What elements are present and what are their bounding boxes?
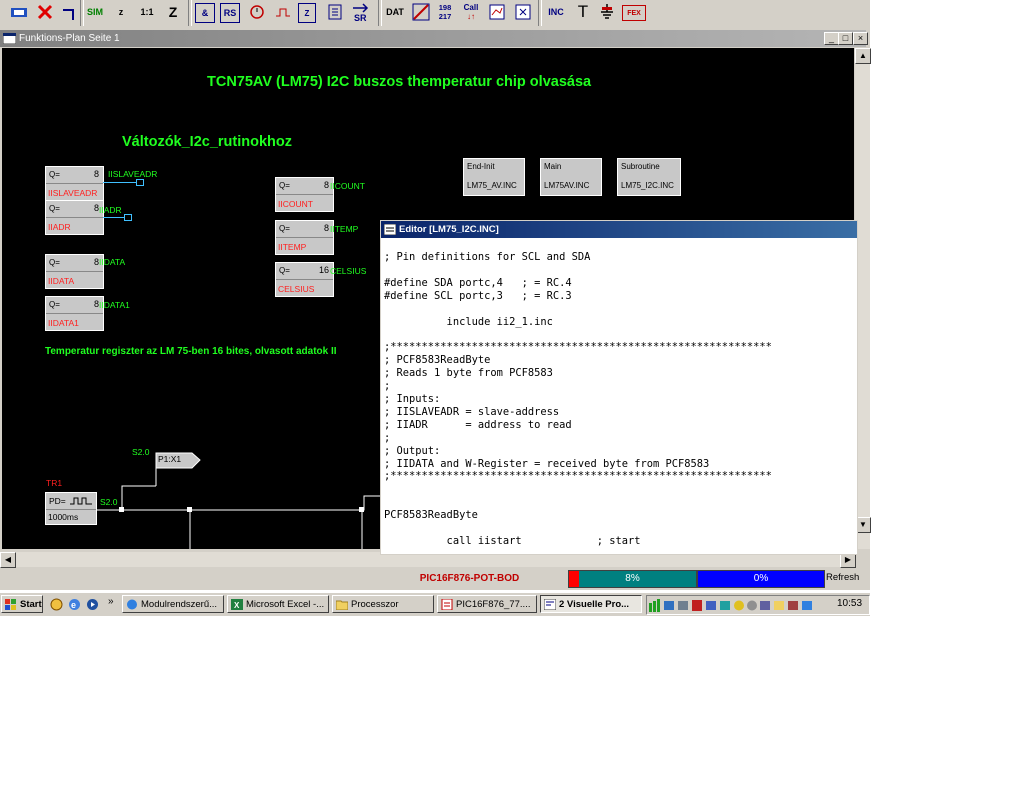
timer-icon[interactable] bbox=[246, 1, 268, 23]
toolbar: SIM z 1:1 Z & RS Z SR DAT 198 217 Call ↓… bbox=[0, 0, 870, 31]
sr-arrow-icon[interactable]: SR bbox=[350, 1, 372, 23]
folder-icon bbox=[336, 600, 348, 610]
pulse-generator-block[interactable]: PD= 1000ms bbox=[45, 492, 97, 525]
editor-title: Editor [LM75_I2C.INC] bbox=[399, 224, 499, 235]
table-button-top: 198 bbox=[438, 3, 452, 12]
counter-button[interactable]: Z bbox=[298, 3, 316, 23]
s20-label-bottom: S2.0 bbox=[100, 497, 118, 507]
task-button[interactable]: PIC16F876_77.... bbox=[437, 595, 537, 613]
scroll-left-icon[interactable]: ◀ bbox=[0, 552, 16, 568]
tray-icons[interactable] bbox=[649, 599, 819, 612]
rs-flipflop-button[interactable]: RS bbox=[220, 3, 240, 23]
device-label: PIC16F876-POT-BOD bbox=[419, 573, 520, 584]
tr1-label: TR1 bbox=[46, 478, 63, 488]
display-icon[interactable] bbox=[512, 1, 534, 23]
delete-icon[interactable] bbox=[34, 1, 56, 23]
clock: 10:53 bbox=[837, 598, 863, 609]
task-label: PIC16F876_77.... bbox=[456, 599, 531, 610]
p1-x1-label: P1:X1 bbox=[158, 454, 182, 464]
browser-icon bbox=[127, 599, 137, 610]
editor-titlebar: Editor [LM75_I2C.INC] bbox=[381, 221, 857, 238]
zoom-1-1-button[interactable]: 1:1 bbox=[136, 1, 158, 23]
task-label: Processzor bbox=[351, 599, 399, 610]
svg-text:SR: SR bbox=[354, 13, 367, 22]
window-titlebar: Funktions-Plan Seite 1 _ □ × bbox=[0, 30, 868, 47]
zoom-large-button[interactable]: Z bbox=[162, 1, 184, 23]
taskbar: Start e » Modulrendszerű... X Microsoft … bbox=[0, 592, 870, 616]
excel-icon: X bbox=[231, 599, 243, 610]
close-icon[interactable]: × bbox=[853, 32, 868, 45]
task-label: Modulrendszerű... bbox=[141, 599, 218, 610]
task-button[interactable]: X Microsoft Excel -... bbox=[227, 595, 329, 613]
task-button[interactable]: Modulrendszerű... bbox=[122, 595, 224, 613]
progress-bar-1: 8% bbox=[568, 570, 697, 588]
program-icon[interactable] bbox=[8, 1, 30, 23]
dat-button[interactable]: DAT bbox=[382, 1, 408, 23]
ramp-icon[interactable] bbox=[410, 1, 432, 23]
pd-time: 1000ms bbox=[48, 512, 79, 522]
text-button[interactable]: T bbox=[572, 1, 594, 23]
task-button[interactable]: Processzor bbox=[332, 595, 434, 613]
windows-logo-icon bbox=[5, 599, 16, 610]
pd-label: PD= bbox=[49, 496, 66, 506]
pulse-icon[interactable] bbox=[272, 1, 294, 23]
window-title: Funktions-Plan Seite 1 bbox=[19, 33, 120, 44]
task-label: 2 Visuelle Pro... bbox=[559, 599, 630, 610]
svg-text:X: X bbox=[234, 601, 240, 610]
window-icon bbox=[3, 33, 16, 44]
call-label: Call bbox=[463, 3, 479, 12]
call-arrows-icon: ↓↑ bbox=[467, 12, 475, 21]
s20-label-top: S2.0 bbox=[132, 447, 150, 457]
svg-text:e: e bbox=[71, 600, 76, 610]
task-button-active[interactable]: 2 Visuelle Pro... bbox=[540, 595, 642, 613]
sim-button[interactable]: SIM bbox=[84, 1, 106, 23]
and-gate-button[interactable]: & bbox=[195, 3, 215, 23]
visuelle-programm-icon bbox=[544, 599, 556, 610]
status-bar: PIC16F876-POT-BOD 8% 0% Refresh bbox=[0, 568, 870, 590]
fex-button[interactable]: FEX bbox=[622, 5, 646, 21]
line-icon[interactable] bbox=[58, 1, 80, 23]
minimize-icon[interactable]: _ bbox=[824, 32, 839, 45]
table-button[interactable]: 198 217 bbox=[434, 1, 456, 23]
progress-1-label: 8% bbox=[625, 573, 640, 584]
task-label: Microsoft Excel -... bbox=[246, 599, 325, 610]
start-button[interactable]: Start bbox=[1, 595, 43, 613]
progress-bar-2: 0% bbox=[697, 570, 825, 588]
media-player-icon[interactable] bbox=[86, 598, 99, 611]
progress-2-label: 0% bbox=[753, 573, 769, 584]
table-button-bottom: 217 bbox=[438, 12, 452, 21]
pdf-icon bbox=[441, 599, 453, 610]
system-tray: 10:53 bbox=[646, 595, 870, 615]
inc-button[interactable]: INC bbox=[544, 1, 568, 23]
call-button[interactable]: Call ↓↑ bbox=[460, 1, 482, 23]
ground-icon[interactable] bbox=[596, 1, 618, 23]
register-icon[interactable] bbox=[324, 1, 346, 23]
ie-icon[interactable]: e bbox=[68, 598, 81, 611]
scroll-up-icon[interactable]: ▲ bbox=[855, 48, 871, 64]
refresh-button[interactable]: Refresh bbox=[826, 570, 866, 586]
quicklaunch-icon[interactable] bbox=[50, 598, 63, 611]
start-label: Start bbox=[20, 599, 42, 610]
editor-icon bbox=[384, 224, 396, 235]
more-chevron-icon[interactable]: » bbox=[108, 596, 114, 607]
editor-window: Editor [LM75_I2C.INC] ; Pin definitions … bbox=[380, 220, 858, 555]
table-icon[interactable] bbox=[486, 1, 508, 23]
zoom-small-button[interactable]: z bbox=[110, 1, 132, 23]
code-text[interactable]: ; Pin definitions for SCL and SDA #defin… bbox=[384, 251, 854, 551]
maximize-icon[interactable]: □ bbox=[838, 32, 853, 45]
pulse-icon bbox=[70, 497, 92, 505]
